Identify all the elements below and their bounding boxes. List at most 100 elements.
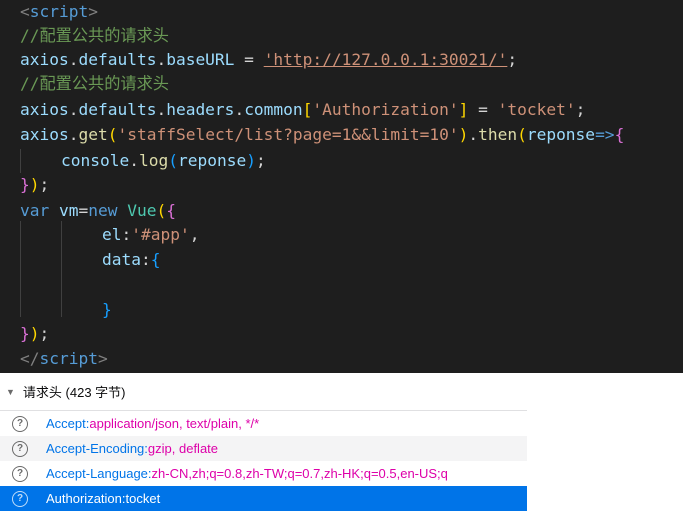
- code-line-1: <script>: [20, 0, 98, 24]
- indent-guide: [20, 149, 21, 173]
- bracket: (: [156, 201, 167, 220]
- code-line-8: });: [20, 173, 49, 197]
- section-title: 请求头 (423 字节): [22, 385, 126, 400]
- bracket: [: [302, 100, 313, 119]
- code-line-7: console.log(reponse);: [61, 149, 266, 173]
- header-name: Accept-Language:: [46, 466, 152, 481]
- code-editor[interactable]: <script> //配置公共的请求头 axios.defaults.baseU…: [0, 0, 683, 373]
- identifier: axios: [20, 125, 69, 144]
- help-icon[interactable]: ?: [12, 415, 28, 432]
- property: data: [102, 250, 141, 269]
- bracket: }: [20, 175, 30, 194]
- property: baseURL: [166, 50, 235, 69]
- code-line-2: //配置公共的请求头: [20, 26, 169, 45]
- property: defaults: [78, 50, 157, 69]
- string: 'tocket': [497, 100, 576, 119]
- header-row-accept[interactable]: ? Accept: application/json, text/plain, …: [0, 411, 527, 436]
- bracket: ): [29, 324, 40, 343]
- tag-bracket: <: [20, 2, 30, 21]
- keyword: var: [20, 201, 50, 220]
- punct: ;: [255, 151, 266, 170]
- class-name: Vue: [127, 201, 157, 220]
- help-icon[interactable]: ?: [12, 440, 28, 457]
- header-value: tocket: [125, 491, 161, 506]
- property: el: [102, 225, 122, 244]
- bracket: {: [150, 250, 161, 269]
- property: headers: [166, 100, 235, 119]
- punct: ;: [39, 175, 50, 194]
- punct: :: [121, 225, 132, 244]
- bracket: ]: [458, 100, 469, 119]
- tag-name: script: [29, 2, 89, 21]
- string: 'staffSelect/list?page=1&&limit=10': [117, 125, 459, 144]
- function-name: then: [478, 125, 518, 144]
- code-line-15: </script>: [20, 347, 108, 371]
- code-line-3: axios.defaults.baseURL = 'http://127.0.0…: [20, 48, 517, 72]
- header-value: zh-CN,zh;q=0.8,zh-TW;q=0.7,zh-HK;q=0.5,e…: [151, 466, 448, 481]
- string: 'Authorization': [312, 100, 459, 119]
- code-line-14: });: [20, 322, 49, 346]
- indent-guide: [61, 221, 62, 317]
- operator: =: [78, 201, 89, 220]
- punct: .: [156, 50, 167, 69]
- code-line-9: var vm=new Vue({: [20, 199, 176, 223]
- header-name: Authorization:: [46, 491, 126, 506]
- keyword: new: [88, 201, 118, 220]
- punct: .: [129, 151, 139, 170]
- argument: reponse: [177, 151, 247, 170]
- code-line-6: axios. get ( 'staffSelect/list?page=1&&limi…: [20, 123, 624, 147]
- bracket: (: [168, 151, 178, 170]
- request-headers-toggle[interactable]: ▼ 请求头 (423 字节): [0, 373, 527, 411]
- header-value: gzip, deflate: [147, 441, 219, 456]
- punct: :: [140, 250, 151, 269]
- request-headers-panel: ▼ 请求头 (423 字节) ? Accept: application/jso…: [0, 373, 527, 513]
- bracket: ): [246, 151, 256, 170]
- header-name: Accept:: [46, 416, 90, 431]
- punct: .: [468, 125, 479, 144]
- function-name: log: [138, 151, 169, 170]
- operator: =: [234, 50, 264, 69]
- identifier: console: [61, 151, 130, 170]
- punct: .: [234, 100, 245, 119]
- parameter: reponse: [526, 125, 596, 144]
- identifier: vm: [59, 201, 79, 220]
- function-name: get: [78, 125, 108, 144]
- property: common: [244, 100, 303, 119]
- bracket: ): [29, 175, 40, 194]
- bracket: }: [20, 324, 30, 343]
- arrow-operator: =>: [595, 125, 615, 144]
- punct: .: [156, 100, 167, 119]
- header-name: Accept-Encoding:: [46, 441, 148, 456]
- indent-guide: [20, 221, 21, 317]
- bracket: (: [517, 125, 527, 144]
- bracket: {: [166, 201, 176, 220]
- header-row-accept-language[interactable]: ? Accept-Language: zh-CN,zh;q=0.8,zh-TW;…: [0, 461, 527, 486]
- property: defaults: [78, 100, 157, 119]
- tag-bracket: >: [88, 2, 98, 21]
- header-row-authorization[interactable]: ? Authorization: tocket: [0, 486, 527, 511]
- code-line-11: data:{: [102, 248, 160, 272]
- header-value: application/json, text/plain, */*: [89, 416, 260, 431]
- operator: =: [468, 100, 498, 119]
- triangle-down-icon: ▼: [6, 386, 15, 397]
- punct: ;: [507, 50, 518, 69]
- identifier: axios: [20, 50, 69, 69]
- tag-bracket: </: [20, 349, 40, 368]
- code-line-13: }: [102, 298, 112, 322]
- code-line-4: //配置公共的请求头: [20, 74, 169, 93]
- bracket: }: [102, 300, 112, 319]
- punct: ;: [39, 324, 50, 343]
- identifier: axios: [20, 100, 69, 119]
- bracket: ): [458, 125, 469, 144]
- url-string[interactable]: 'http://127.0.0.1:30021/': [264, 50, 508, 69]
- header-row-accept-encoding[interactable]: ? Accept-Encoding: gzip, deflate: [0, 436, 527, 461]
- bracket: {: [614, 125, 625, 144]
- code-line-10: el:'#app',: [102, 223, 199, 247]
- tag-bracket: >: [97, 349, 108, 368]
- help-icon[interactable]: ?: [12, 490, 28, 507]
- tag-name: script: [39, 349, 98, 368]
- help-icon[interactable]: ?: [12, 465, 28, 482]
- punct: ,: [189, 225, 200, 244]
- string: '#app': [131, 225, 190, 244]
- punct: ;: [575, 100, 586, 119]
